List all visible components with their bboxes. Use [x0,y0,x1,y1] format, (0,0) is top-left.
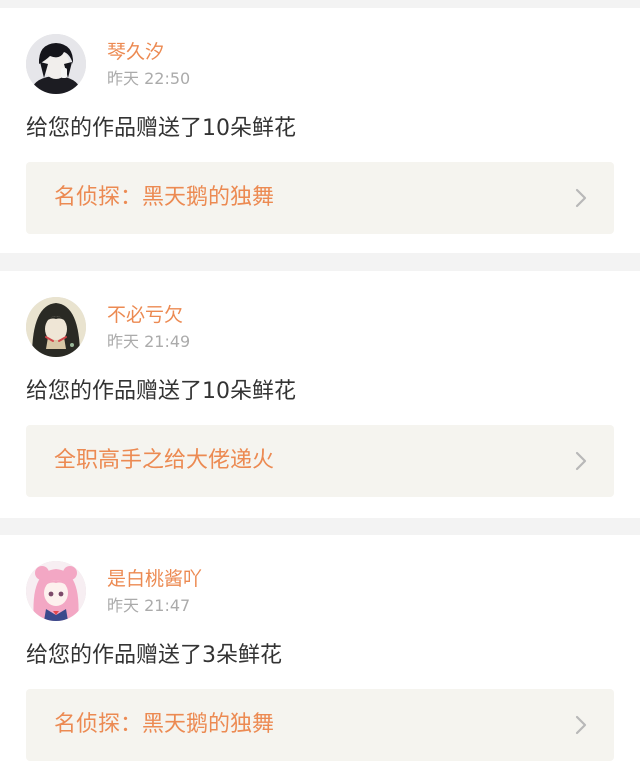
avatar-pink-hair-girl-icon [26,561,86,621]
work-link[interactable]: 名侦探：黑天鹅的独舞 [26,689,614,761]
work-title: 全职高手之给大佬递火 [54,448,275,473]
timestamp: 昨天 21:49 [107,332,191,351]
username[interactable]: 琴久汐 [107,40,164,64]
timestamp: 昨天 21:47 [107,596,191,615]
user-avatar[interactable] [26,561,86,621]
username[interactable]: 是白桃酱吖 [107,567,202,591]
gift-message: 给您的作品赠送了10朵鲜花 [26,116,296,141]
user-avatar[interactable] [26,297,86,357]
chevron-right-icon [575,715,587,735]
notification-card: 不必亏欠 昨天 21:49 给您的作品赠送了10朵鲜花 全职高手之给大佬递火 [0,271,640,518]
work-link[interactable]: 名侦探：黑天鹅的独舞 [26,162,614,234]
gift-message: 给您的作品赠送了3朵鲜花 [26,643,282,668]
gift-message: 给您的作品赠送了10朵鲜花 [26,379,296,404]
chevron-right-icon [575,451,587,471]
work-title: 名侦探：黑天鹅的独舞 [54,712,275,737]
chevron-right-icon [575,188,587,208]
username[interactable]: 不必亏欠 [107,303,183,327]
avatar-dark-hair-girl-icon [26,297,86,357]
gift-notification-feed: 琴久汐 昨天 22:50 给您的作品赠送了10朵鲜花 名侦探：黑天鹅的独舞 不必… [0,0,640,774]
timestamp: 昨天 22:50 [107,69,191,88]
notification-card: 是白桃酱吖 昨天 21:47 给您的作品赠送了3朵鲜花 名侦探：黑天鹅的独舞 [0,535,640,774]
work-title: 名侦探：黑天鹅的独舞 [54,185,275,210]
notification-card: 琴久汐 昨天 22:50 给您的作品赠送了10朵鲜花 名侦探：黑天鹅的独舞 [0,8,640,253]
work-link[interactable]: 全职高手之给大佬递火 [26,425,614,497]
user-avatar[interactable] [26,34,86,94]
avatar-dark-hair-boy-icon [26,34,86,94]
